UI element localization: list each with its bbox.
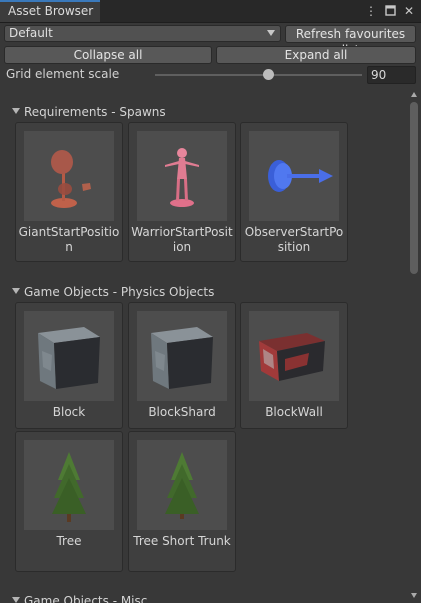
close-icon[interactable]: ✕ <box>403 3 415 18</box>
warrior-spawn-icon <box>137 131 227 221</box>
scroll-up-arrow-icon[interactable] <box>411 92 417 97</box>
foldout-arrow-icon <box>12 597 20 603</box>
window-controls: ⋮ ✕ <box>365 3 415 18</box>
asset-label: WarriorStartPosition <box>131 225 233 254</box>
wall-block-icon <box>249 311 339 401</box>
section-header-physics-objects[interactable]: Game Objects - Physics Objects <box>12 284 214 300</box>
stone-block-icon <box>24 311 114 401</box>
maximize-icon[interactable] <box>384 3 396 18</box>
asset-label: ObserverStartPosition <box>244 225 344 254</box>
giant-spawn-icon <box>24 131 114 221</box>
scrollbar-thumb[interactable] <box>410 102 418 274</box>
stone-block-icon <box>137 311 227 401</box>
chevron-down-icon <box>267 30 275 36</box>
pine-tree-icon <box>137 440 227 530</box>
grid-scale-input[interactable]: 90 <box>367 66 416 84</box>
expand-all-button[interactable]: Expand all <box>216 46 416 64</box>
asset-label: BlockShard <box>148 405 216 419</box>
tab-bar: Asset Browser ⋮ ✕ <box>0 0 421 23</box>
asset-grid: Requirements - Spawns GiantStartPosition <box>0 92 421 603</box>
asset-label: Tree <box>56 534 82 548</box>
foldout-arrow-icon <box>12 288 20 294</box>
tab-asset-browser[interactable]: Asset Browser <box>0 0 100 22</box>
asset-tile-observer-start[interactable]: ObserverStartPosition <box>240 122 348 262</box>
profile-dropdown[interactable]: Default <box>4 25 281 42</box>
pine-tree-icon <box>24 440 114 530</box>
asset-label: Tree Short Trunk <box>133 534 231 548</box>
refresh-favourites-button[interactable]: Refresh favourites list <box>285 25 416 57</box>
asset-label: GiantStartPosition <box>18 225 120 254</box>
grid-scale-slider-handle[interactable] <box>263 69 275 80</box>
asset-tile-giant-start[interactable]: GiantStartPosition <box>15 122 123 262</box>
asset-tile-tree-short-trunk[interactable]: Tree Short Trunk <box>128 431 236 572</box>
kebab-menu-icon[interactable]: ⋮ <box>365 3 377 18</box>
vertical-scrollbar[interactable] <box>407 92 421 603</box>
grid-scale-slider[interactable] <box>155 74 362 76</box>
asset-tile-blockwall[interactable]: BlockWall <box>240 302 348 429</box>
observer-spawn-icon <box>249 131 339 221</box>
asset-tile-warrior-start[interactable]: WarriorStartPosition <box>128 122 236 262</box>
asset-tile-block[interactable]: Block <box>15 302 123 429</box>
asset-label: Block <box>52 405 86 419</box>
collapse-all-button[interactable]: Collapse all <box>4 46 212 64</box>
asset-label: BlockWall <box>265 405 323 419</box>
scroll-down-arrow-icon[interactable] <box>411 593 417 598</box>
asset-tile-tree[interactable]: Tree <box>15 431 123 572</box>
asset-tile-blockshard[interactable]: BlockShard <box>128 302 236 429</box>
foldout-arrow-icon <box>12 108 20 114</box>
section-header-misc[interactable]: Game Objects - Misc <box>12 593 147 603</box>
grid-scale-label: Grid element scale <box>6 67 120 81</box>
profile-dropdown-value: Default <box>9 26 53 40</box>
section-header-spawns[interactable]: Requirements - Spawns <box>12 104 166 120</box>
